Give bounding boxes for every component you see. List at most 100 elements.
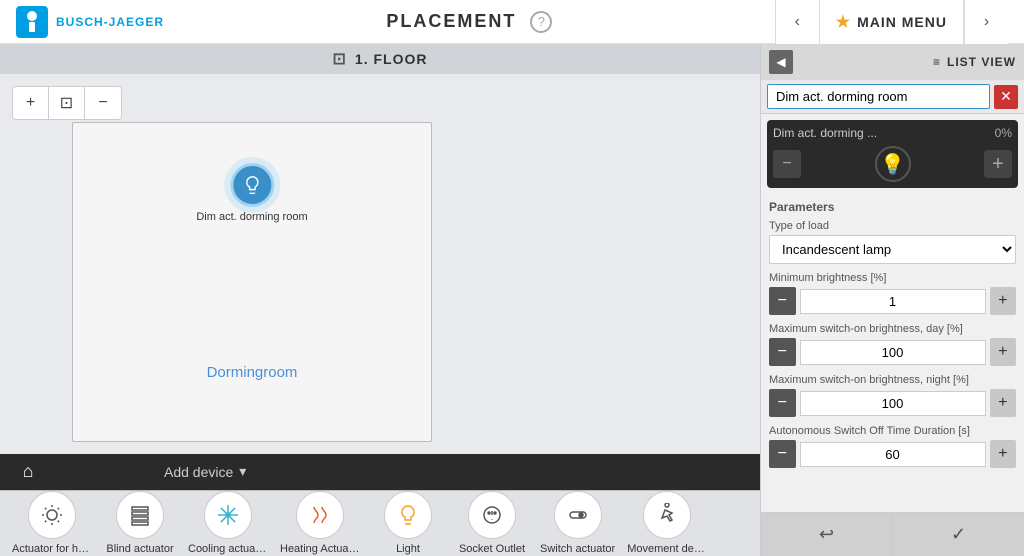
help-icon[interactable]: ? bbox=[530, 11, 552, 33]
max-night-input[interactable] bbox=[800, 391, 986, 416]
logo-text: BUSCH-JAEGER bbox=[56, 15, 164, 29]
device-tray-name-movement: Movement detect... bbox=[627, 543, 707, 555]
card-light-icon: 💡 bbox=[875, 146, 911, 182]
max-day-label: Maximum switch-on brightness, day [%] bbox=[769, 323, 1016, 335]
search-close-button[interactable]: ✕ bbox=[994, 85, 1018, 109]
main-menu-label: MAIN MENU bbox=[857, 14, 947, 30]
add-device-button[interactable]: Add device ▾ bbox=[164, 463, 246, 480]
pin-circle bbox=[230, 163, 274, 207]
list-view-label: LIST VIEW bbox=[947, 55, 1016, 69]
card-plus-button[interactable]: + bbox=[984, 150, 1012, 178]
device-tray-item-movement[interactable]: Movement detect... bbox=[623, 490, 711, 556]
device-tray-item-cooling[interactable]: Cooling actuator bbox=[184, 490, 272, 556]
logo-area: BUSCH-JAEGER bbox=[16, 6, 164, 38]
action-confirm-button[interactable]: ✓ bbox=[893, 513, 1024, 556]
device-tray-icon-switch bbox=[554, 491, 602, 539]
device-card-controls: − 💡 + bbox=[773, 146, 1012, 182]
nav-next-button[interactable]: › bbox=[964, 0, 1008, 44]
list-view-icon: ≡ bbox=[933, 55, 941, 69]
device-tray-item-light[interactable]: Light bbox=[368, 490, 448, 556]
params-title: Parameters bbox=[769, 200, 1016, 214]
left-panel: ⊡ 1. FLOOR + ⊡ − Dim bbox=[0, 44, 760, 556]
device-tray-icon-movement bbox=[643, 491, 691, 539]
nav-prev-button[interactable]: ‹ bbox=[775, 0, 819, 44]
auto-off-plus-button[interactable]: + bbox=[990, 440, 1017, 468]
top-bar: BUSCH-JAEGER PLACEMENT ? ‹ ★ MAIN MENU › bbox=[0, 0, 1024, 44]
device-card: Dim act. dorming ... 0% − 💡 + bbox=[767, 120, 1018, 188]
nav-buttons: ‹ ★ MAIN MENU › bbox=[775, 0, 1008, 44]
zoom-controls: + ⊡ − bbox=[12, 86, 122, 120]
device-tray-item-actuator-heat[interactable]: Actuator for heati... bbox=[8, 490, 96, 556]
auto-off-row: − + bbox=[769, 440, 1016, 468]
min-brightness-plus-button[interactable]: + bbox=[990, 287, 1017, 315]
home-button[interactable]: ⌂ bbox=[12, 456, 44, 488]
max-day-plus-button[interactable]: + bbox=[990, 338, 1017, 366]
zoom-minus-button[interactable]: − bbox=[85, 87, 121, 119]
min-brightness-minus-button[interactable]: − bbox=[769, 287, 796, 315]
search-input[interactable] bbox=[767, 84, 990, 109]
zoom-fit-button[interactable]: ⊡ bbox=[49, 87, 85, 119]
main-layout: ⊡ 1. FLOOR + ⊡ − Dim bbox=[0, 44, 1024, 556]
min-brightness-input[interactable] bbox=[800, 289, 986, 314]
logo-icon bbox=[16, 6, 48, 38]
device-tray-icon-socket bbox=[468, 491, 516, 539]
device-tray-name-switch: Switch actuator bbox=[540, 543, 615, 555]
right-panel-header: ◀ ≡ LIST VIEW bbox=[761, 44, 1024, 80]
device-card-name: Dim act. dorming ... bbox=[773, 126, 995, 140]
max-day-row: − + bbox=[769, 338, 1016, 366]
device-pin[interactable]: Dim act. dorming room bbox=[196, 163, 307, 223]
right-panel: ◀ ≡ LIST VIEW ✕ Dim act. dorming ... 0% … bbox=[760, 44, 1024, 556]
max-night-minus-button[interactable]: − bbox=[769, 389, 796, 417]
device-tray-icon-light bbox=[384, 491, 432, 539]
max-night-label: Maximum switch-on brightness, night [%] bbox=[769, 374, 1016, 386]
auto-off-minus-button[interactable]: − bbox=[769, 440, 796, 468]
main-menu-button[interactable]: ★ MAIN MENU bbox=[819, 0, 964, 44]
add-device-label: Add device bbox=[164, 464, 233, 480]
min-brightness-row: − + bbox=[769, 287, 1016, 315]
add-device-chevron: ▾ bbox=[239, 463, 246, 480]
action-bar: ↩ ✓ bbox=[761, 512, 1024, 556]
auto-off-input[interactable] bbox=[800, 442, 986, 467]
device-card-pct: 0% bbox=[995, 126, 1012, 140]
device-pin-label: Dim act. dorming room bbox=[196, 211, 307, 223]
device-tray-icon-actuator-heat bbox=[28, 491, 76, 539]
card-minus-button[interactable]: − bbox=[773, 150, 801, 178]
device-tray-item-blind[interactable]: Blind actuator bbox=[100, 490, 180, 556]
device-tray-icon-cooling bbox=[204, 491, 252, 539]
device-tray-name-heating: Heating Actuator bbox=[280, 543, 360, 555]
minimize-button[interactable]: ◀ bbox=[769, 50, 793, 74]
auto-off-label: Autonomous Switch Off Time Duration [s] bbox=[769, 425, 1016, 437]
max-night-plus-button[interactable]: + bbox=[990, 389, 1017, 417]
map-area: + ⊡ − Dim act. dorming room Dormingroom bbox=[0, 74, 760, 454]
type-load-label: Type of load bbox=[769, 220, 1016, 232]
max-day-input[interactable] bbox=[800, 340, 986, 365]
floor-label: 1. FLOOR bbox=[355, 51, 428, 67]
room-label: Dormingroom bbox=[207, 364, 298, 381]
type-load-row: Incandescent lamp bbox=[769, 235, 1016, 264]
device-tray-item-heating[interactable]: Heating Actuator bbox=[276, 490, 364, 556]
floor-bar: ⊡ 1. FLOOR bbox=[0, 44, 760, 74]
floor-icon: ⊡ bbox=[333, 49, 347, 69]
device-tray-item-socket[interactable]: Socket Outlet bbox=[452, 490, 532, 556]
params-section: Parameters Type of load Incandescent lam… bbox=[761, 194, 1024, 512]
action-back-button[interactable]: ↩ bbox=[761, 513, 893, 556]
room-container: Dim act. dorming room Dormingroom bbox=[72, 122, 432, 442]
type-load-select[interactable]: Incandescent lamp bbox=[769, 235, 1016, 264]
list-view-button[interactable]: ≡ LIST VIEW bbox=[933, 55, 1016, 69]
device-tray-name-actuator-heat: Actuator for heati... bbox=[12, 543, 92, 555]
bottom-toolbar: ⌂ Add device ▾ bbox=[0, 454, 760, 490]
page-title: PLACEMENT bbox=[386, 11, 516, 32]
device-tray-name-cooling: Cooling actuator bbox=[188, 543, 268, 555]
device-tray-icon-blind bbox=[116, 491, 164, 539]
search-area: ✕ bbox=[761, 80, 1024, 114]
device-tray: Actuator for heati... Blind actuator Cooli… bbox=[0, 490, 760, 556]
device-tray-name-light: Light bbox=[396, 543, 420, 555]
max-night-row: − + bbox=[769, 389, 1016, 417]
device-tray-name-blind: Blind actuator bbox=[106, 543, 173, 555]
zoom-plus-button[interactable]: + bbox=[13, 87, 49, 119]
star-icon: ★ bbox=[836, 12, 851, 32]
device-card-header: Dim act. dorming ... 0% bbox=[773, 126, 1012, 140]
device-tray-item-switch[interactable]: Switch actuator bbox=[536, 490, 619, 556]
max-day-minus-button[interactable]: − bbox=[769, 338, 796, 366]
min-brightness-label: Minimum brightness [%] bbox=[769, 272, 1016, 284]
